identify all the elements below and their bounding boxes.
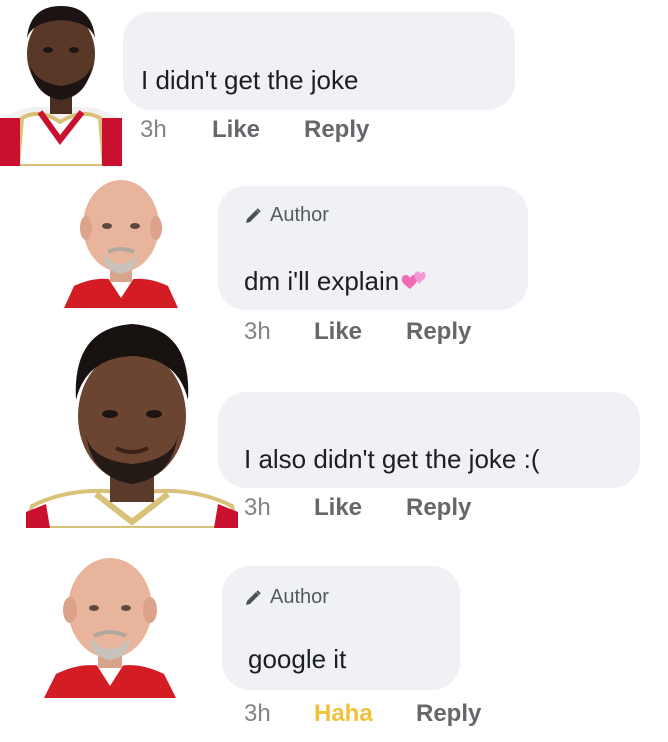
comment-bubble[interactable]: Author dm i'll explain — [218, 186, 528, 310]
comment-text: google it — [248, 644, 347, 674]
pencil-icon — [244, 207, 262, 225]
haha-reaction-button[interactable]: Haha — [314, 700, 416, 728]
comment-text: I also didn't get the joke :( — [244, 444, 540, 474]
comment-actions: 3h Haha Reply — [244, 700, 481, 728]
reply-button[interactable]: Reply — [406, 494, 471, 522]
author-badge: Author — [244, 586, 329, 609]
comment-bubble[interactable]: I didn't get the joke — [123, 12, 515, 110]
reply-button[interactable]: Reply — [406, 318, 471, 346]
comment-text: I didn't get the joke — [141, 65, 359, 95]
reply-button[interactable]: Reply — [416, 700, 481, 728]
heart-icon — [400, 268, 426, 299]
comment-text-content: dm i'll explain — [244, 266, 400, 296]
author-label: Author — [270, 586, 329, 608]
comment-actions: 3h Like Reply — [140, 116, 369, 144]
comment-bubble[interactable]: Author google it — [222, 566, 460, 690]
comment-actions: 3h Like Reply — [244, 318, 471, 346]
avatar-player-1[interactable] — [0, 0, 122, 166]
reply-button[interactable]: Reply — [304, 116, 369, 144]
like-button[interactable]: Like — [212, 116, 304, 144]
comment-actions: 3h Like Reply — [244, 494, 471, 522]
avatar-player-2[interactable] — [26, 316, 238, 528]
comment-time: 3h — [244, 494, 271, 521]
pencil-icon — [244, 589, 262, 607]
author-badge: Author — [244, 204, 329, 227]
comment-time: 3h — [244, 318, 271, 345]
like-button[interactable]: Like — [314, 318, 406, 346]
like-button[interactable]: Like — [314, 494, 406, 522]
comment-text: dm i'll explain — [244, 266, 426, 299]
avatar-coach-2[interactable] — [40, 548, 180, 698]
comment-time: 3h — [140, 116, 167, 143]
player-photo-icon — [0, 0, 122, 166]
player-photo-icon — [26, 316, 238, 528]
coach-photo-icon — [40, 548, 180, 698]
comment-bubble[interactable]: I also didn't get the joke :( — [218, 392, 640, 488]
author-label: Author — [270, 204, 329, 226]
avatar-coach-1[interactable] — [60, 170, 182, 308]
coach-photo-icon — [60, 170, 182, 308]
comment-time: 3h — [244, 700, 271, 727]
